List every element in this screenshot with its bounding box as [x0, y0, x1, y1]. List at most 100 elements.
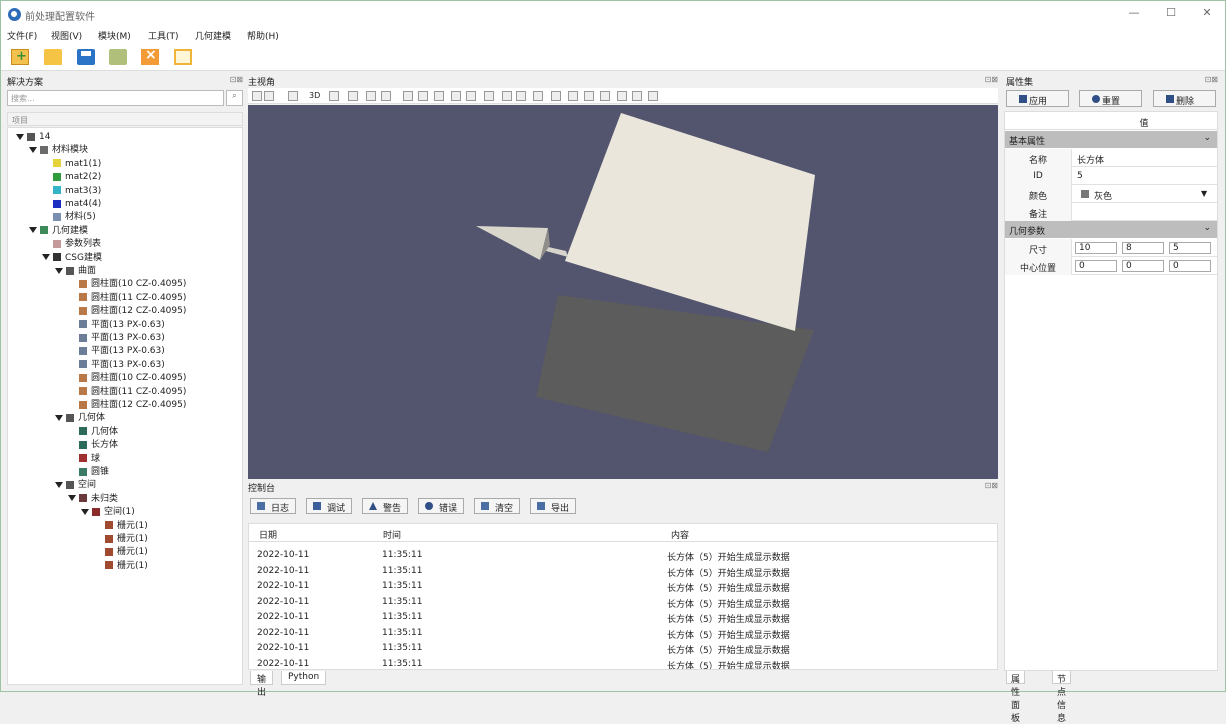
tree-node[interactable]: mat3(3): [53, 185, 101, 198]
warning-button[interactable]: 警告: [362, 498, 409, 514]
view-tool-icon[interactable]: [288, 91, 298, 101]
tree-node[interactable]: 圆柱面(10 CZ-0.4095): [79, 372, 186, 385]
tree-node[interactable]: 平面(13 PX-0.63): [79, 359, 165, 372]
view-tool-icon[interactable]: [264, 91, 274, 101]
tree-node[interactable]: 长方体: [79, 439, 118, 452]
name-field[interactable]: 长方体: [1077, 153, 1104, 166]
menu-tools[interactable]: 工具(T): [148, 29, 179, 42]
log-row[interactable]: 2022-10-11 11:35:11 长方体（5）开始生成显示数据: [249, 626, 997, 641]
view-tool-icon[interactable]: [584, 91, 594, 101]
panel-float-close-icon[interactable]: ⊡⊠: [230, 75, 243, 84]
tree-node[interactable]: 未归类: [68, 493, 118, 506]
close-file-icon[interactable]: [141, 47, 159, 65]
tree-node[interactable]: 参数列表: [53, 238, 101, 251]
tree-node[interactable]: 圆柱面(12 CZ-0.4095): [79, 399, 186, 412]
solution-tree[interactable]: 14 材料模块 mat1(1) mat2(2) mat3(3) mat4(4) 材料(5) 几…: [7, 127, 243, 685]
section-basic-properties[interactable]: 基本属性 ⌄: [1005, 131, 1217, 148]
view-tool-icon[interactable]: [533, 91, 543, 101]
view-tool-icon[interactable]: [617, 91, 627, 101]
tree-node[interactable]: 几何建模: [29, 225, 88, 238]
tree-node[interactable]: 材料模块: [29, 144, 88, 157]
tree-node[interactable]: 几何体: [79, 426, 118, 439]
error-button[interactable]: 错误: [418, 498, 465, 514]
tree-node[interactable]: mat2(2): [53, 171, 101, 184]
tree-node[interactable]: 栅元(1): [105, 546, 148, 559]
tree-node[interactable]: 空间: [55, 479, 96, 492]
log-row[interactable]: 2022-10-11 11:35:11 长方体（5）开始生成显示数据: [249, 610, 997, 625]
dropdown-arrow-icon[interactable]: ▼: [1201, 189, 1207, 198]
debug-button[interactable]: 调试: [306, 498, 353, 514]
tab-output[interactable]: 输出: [250, 671, 274, 698]
tree-node[interactable]: 栅元(1): [105, 533, 148, 546]
tab-property-panel[interactable]: 属性面板: [1006, 671, 1026, 724]
menu-view[interactable]: 视图(V): [51, 29, 82, 42]
log-row[interactable]: 2022-10-11 11:35:11 长方体（5）开始生成显示数据: [249, 641, 997, 656]
view-tool-icon[interactable]: [252, 91, 262, 101]
open-folder-icon[interactable]: [44, 49, 62, 65]
tree-node[interactable]: 栅元(1): [105, 520, 148, 533]
save-icon[interactable]: [77, 49, 95, 65]
tree-node[interactable]: 平面(13 PX-0.63): [79, 319, 165, 332]
tree-node[interactable]: 圆柱面(11 CZ-0.4095): [79, 386, 186, 399]
center-x-input[interactable]: 0: [1075, 260, 1117, 272]
apply-button[interactable]: 应用: [1006, 90, 1069, 107]
document-icon[interactable]: [174, 49, 192, 65]
log-row[interactable]: 2022-10-11 11:35:11 长方体（5）开始生成显示数据: [249, 595, 997, 610]
tree-node[interactable]: 曲面: [55, 265, 96, 278]
tree-node[interactable]: 平面(13 PX-0.63): [79, 332, 165, 345]
tree-node[interactable]: CSG建模: [42, 252, 102, 265]
panel-float-close-icon[interactable]: ⊡⊠: [1205, 75, 1218, 84]
log-row[interactable]: 2022-10-11 11:35:11 长方体（5）开始生成显示数据: [249, 564, 997, 579]
expand-arrow-icon[interactable]: [55, 267, 63, 274]
tree-node[interactable]: 几何体: [55, 412, 105, 425]
log-row[interactable]: 2022-10-11 11:35:11 长方体（5）开始生成显示数据: [249, 579, 997, 594]
view-tool-icon[interactable]: [648, 91, 658, 101]
reset-button[interactable]: 重置: [1079, 90, 1142, 107]
view-tool-icon[interactable]: [366, 91, 376, 101]
tree-node[interactable]: 圆柱面(12 CZ-0.4095): [79, 305, 186, 318]
delete-button[interactable]: 删除: [1153, 90, 1216, 107]
view-tool-icon[interactable]: [484, 91, 494, 101]
expand-arrow-icon[interactable]: [68, 495, 76, 502]
tree-node[interactable]: mat4(4): [53, 198, 101, 211]
view-tool-icon[interactable]: [466, 91, 476, 101]
clear-button[interactable]: 清空: [474, 498, 521, 514]
color-select[interactable]: 灰色: [1094, 189, 1112, 202]
expand-arrow-icon[interactable]: [42, 254, 50, 261]
menu-geometry[interactable]: 几何建模: [195, 29, 231, 42]
maximize-button[interactable]: ☐: [1161, 6, 1181, 22]
view-tool-icon[interactable]: [329, 91, 339, 101]
tree-node[interactable]: 圆柱面(10 CZ-0.4095): [79, 278, 186, 291]
expand-arrow-icon[interactable]: [29, 227, 37, 234]
size-x-input[interactable]: 10: [1075, 242, 1117, 254]
new-file-icon[interactable]: [11, 49, 29, 65]
menu-module[interactable]: 模块(M): [98, 29, 131, 42]
view-tool-icon[interactable]: [568, 91, 578, 101]
view-tool-icon[interactable]: [502, 91, 512, 101]
panel-float-close-icon[interactable]: ⊡⊠: [985, 481, 998, 490]
view-3d-button[interactable]: 3D: [309, 91, 320, 100]
export-button[interactable]: 导出: [530, 498, 577, 514]
view-tool-icon[interactable]: [348, 91, 358, 101]
log-row[interactable]: 2022-10-11 11:35:11 长方体（5）开始生成显示数据: [249, 657, 997, 670]
tab-node-info[interactable]: 节点信息: [1052, 671, 1072, 724]
tree-node[interactable]: 14: [16, 131, 50, 144]
panel-float-close-icon[interactable]: ⊡⊠: [985, 75, 998, 84]
search-icon[interactable]: ⌕: [226, 90, 243, 106]
center-z-input[interactable]: 0: [1169, 260, 1211, 272]
minimize-button[interactable]: —: [1124, 6, 1144, 22]
log-button[interactable]: 日志: [250, 498, 297, 514]
menu-help[interactable]: 帮助(H): [247, 29, 279, 42]
tree-node[interactable]: 平面(13 PX-0.63): [79, 345, 165, 358]
view-tool-icon[interactable]: [451, 91, 461, 101]
expand-arrow-icon[interactable]: [29, 146, 37, 153]
expand-arrow-icon[interactable]: [55, 414, 63, 421]
tree-search-input[interactable]: 搜索...: [7, 90, 224, 106]
tree-node[interactable]: mat1(1): [53, 158, 101, 171]
view-tool-icon[interactable]: [381, 91, 391, 101]
view-tool-icon[interactable]: [516, 91, 526, 101]
view-tool-icon[interactable]: [632, 91, 642, 101]
menu-file[interactable]: 文件(F): [7, 29, 37, 42]
close-button[interactable]: ✕: [1197, 6, 1217, 22]
view-tool-icon[interactable]: [418, 91, 428, 101]
